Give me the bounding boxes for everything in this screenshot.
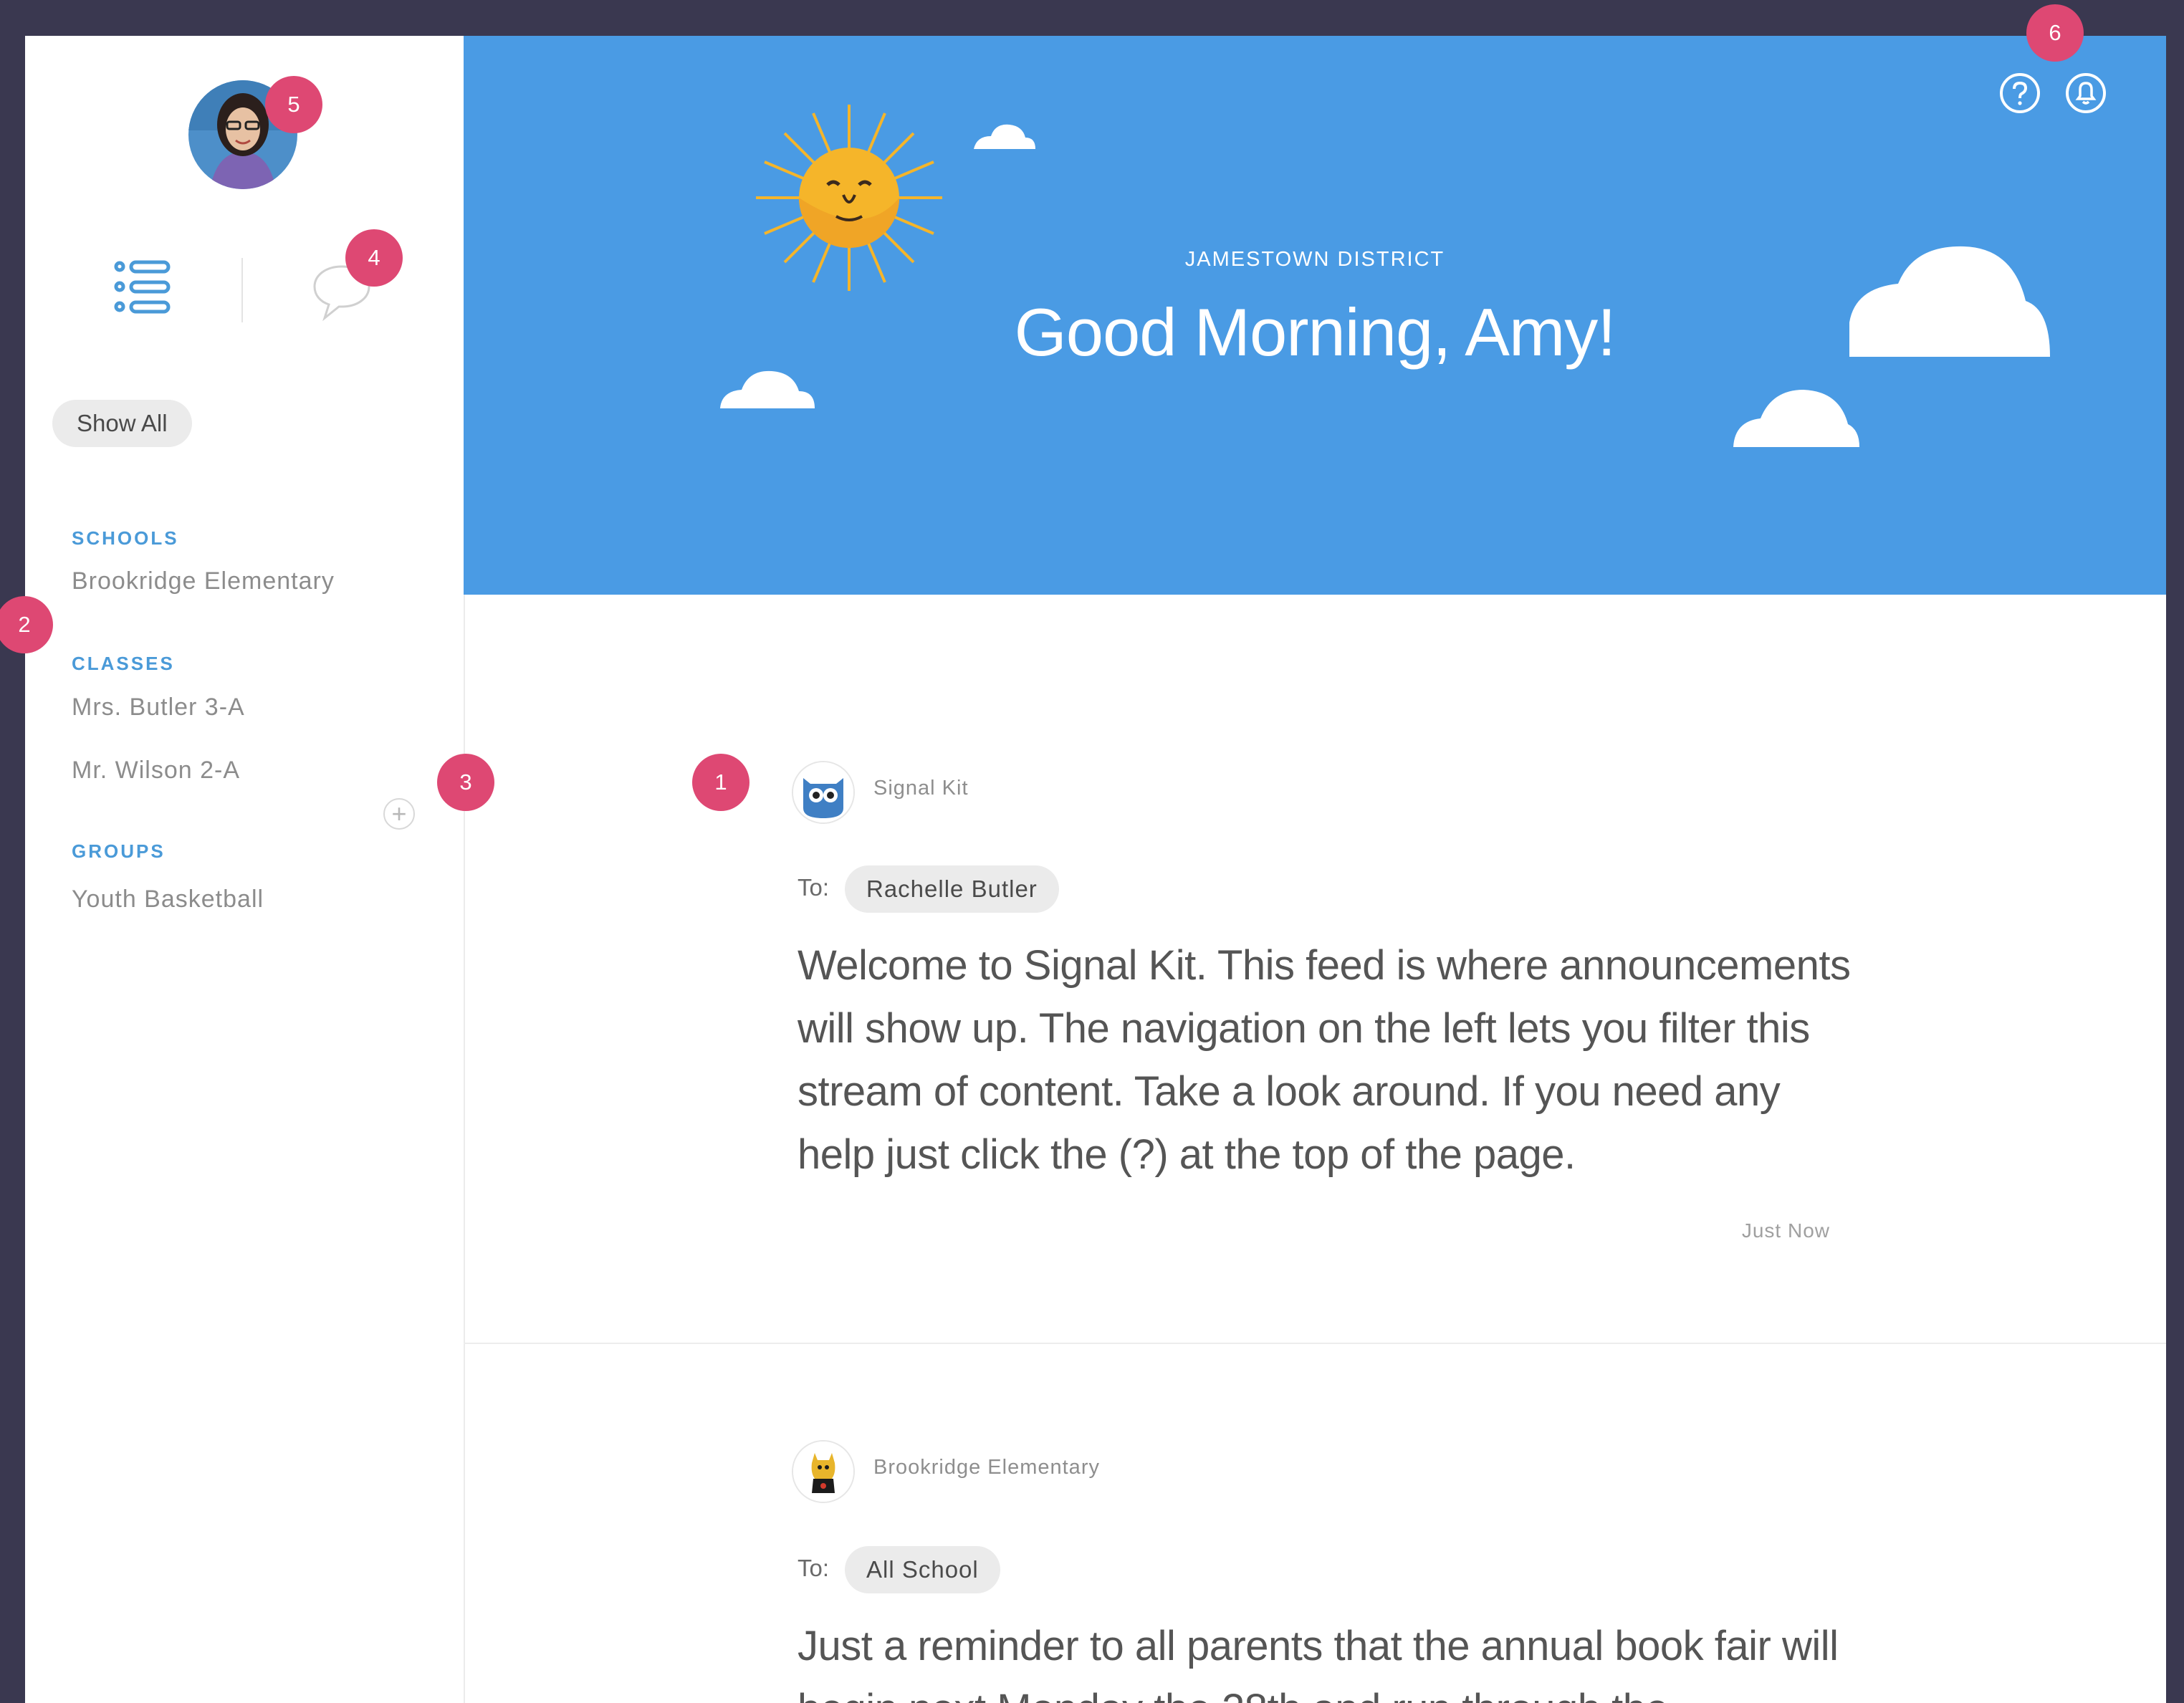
greeting-title: Good Morning, Amy! [1014, 294, 1617, 370]
cloud-small-2 [720, 370, 815, 408]
school-mascot-icon [792, 1440, 855, 1503]
post-body: Just a reminder to all parents that the … [798, 1623, 1839, 1703]
sidebar-item-mr-wilson[interactable]: Mr. Wilson 2-A [72, 757, 240, 785]
callout-badge: 4 [345, 229, 403, 287]
post-source[interactable]: Brookridge Elementary [873, 1456, 1100, 1479]
bell-icon[interactable] [2064, 72, 2107, 115]
signal-kit-owl-icon [792, 761, 855, 824]
classes-section-label: CLASSES [72, 653, 175, 674]
sidebar-item-brookridge-elementary[interactable]: Brookridge Elementary [72, 567, 335, 595]
greeting-banner: JAMESTOWN DISTRICT Good Morning, Amy! [464, 36, 2166, 595]
callout-badge: 6 [2026, 4, 2084, 62]
to-label: To: [798, 874, 830, 901]
callout-badge: 5 [265, 76, 322, 133]
recipient-chip[interactable]: All School [845, 1546, 1000, 1593]
schools-section-label: SCHOOLS [72, 527, 179, 549]
show-all-button[interactable]: Show All [52, 400, 192, 447]
add-group-button[interactable]: + [383, 798, 415, 830]
groups-section-label: GROUPS [72, 840, 166, 862]
sidebar-item-youth-basketball[interactable]: Youth Basketball [72, 886, 264, 913]
cloud-large-2 [1733, 390, 1859, 447]
post-body: Welcome to Signal Kit. This feed is wher… [798, 942, 1851, 1178]
nav-divider [241, 258, 243, 322]
callout-badge: 1 [692, 754, 749, 811]
sidebar: Show All SCHOOLS Brookridge Elementary C… [25, 36, 465, 1703]
post-divider [464, 1343, 2166, 1344]
to-label: To: [798, 1555, 830, 1581]
post-timestamp: Just Now [1741, 1219, 1830, 1242]
cloud-small-1 [974, 124, 1035, 149]
sidebar-item-mrs-butler[interactable]: Mrs. Butler 3-A [72, 694, 245, 721]
district-name: JAMESTOWN DISTRICT [1184, 248, 1445, 271]
feed-list-icon[interactable] [114, 259, 171, 314]
help-icon[interactable] [1998, 72, 2041, 115]
recipient-chip[interactable]: Rachelle Butler [845, 865, 1059, 913]
callout-badge: 3 [437, 754, 494, 811]
app-window: Show All SCHOOLS Brookridge Elementary C… [25, 36, 2166, 1703]
post-source[interactable]: Signal Kit [873, 777, 969, 800]
